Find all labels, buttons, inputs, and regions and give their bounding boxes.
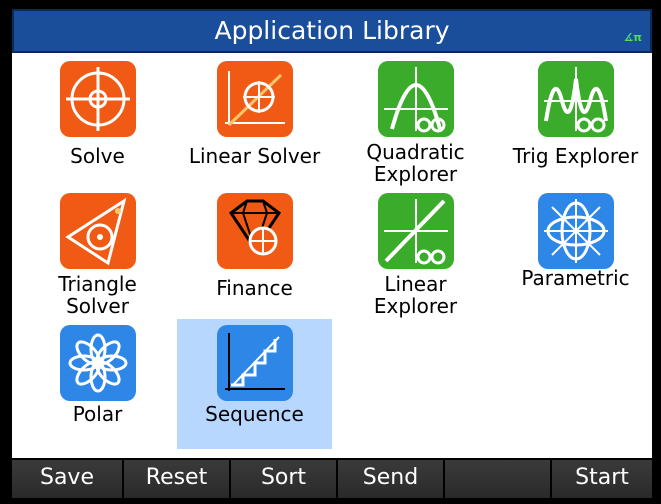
app-sequence[interactable]: Sequence <box>177 319 332 449</box>
parametric-icon <box>537 193 614 269</box>
app-polar[interactable]: Polar <box>20 319 175 449</box>
app-linear-explorer[interactable]: Linear Explorer <box>338 187 493 317</box>
app-label: Polar <box>72 402 123 426</box>
triangle-solver-icon <box>59 193 136 269</box>
app-linear-solver[interactable]: Linear Solver <box>177 55 332 185</box>
app-label: Trig Explorer <box>512 144 639 168</box>
trig-explorer-icon <box>537 61 614 137</box>
app-parametric[interactable]: Parametric <box>498 187 652 317</box>
polar-icon <box>59 325 136 401</box>
app-label: Triangle Solver <box>58 272 137 318</box>
app-grid: Solve Linear Solver Quadratic Explorer Tr… <box>12 53 652 458</box>
app-label: Linear Solver <box>188 144 321 168</box>
calculator-screen: Application Library ∡π Solve Linear Solv… <box>0 0 661 504</box>
softkey-bar: Save Reset Sort Send Start <box>12 458 652 498</box>
app-quadratic-explorer[interactable]: Quadratic Explorer <box>338 55 493 185</box>
title-bar: Application Library ∡π <box>12 9 652 53</box>
softkey-sort[interactable]: Sort <box>231 460 338 498</box>
softkey-send[interactable]: Send <box>338 460 445 498</box>
app-triangle-solver[interactable]: Triangle Solver <box>20 187 175 317</box>
app-label: Linear Explorer <box>373 272 458 318</box>
quadratic-explorer-icon <box>377 61 454 137</box>
app-finance[interactable]: Finance <box>177 187 332 317</box>
app-label: Quadratic Explorer <box>366 140 465 186</box>
app-label: Solve <box>70 144 125 168</box>
app-label: Sequence <box>205 402 304 426</box>
page-title: Application Library <box>214 16 450 45</box>
softkey-reset[interactable]: Reset <box>124 460 231 498</box>
sequence-icon <box>216 325 293 401</box>
app-trig-explorer[interactable]: Trig Explorer <box>498 55 652 185</box>
linear-solver-icon <box>216 61 293 137</box>
app-solve[interactable]: Solve <box>20 55 175 185</box>
softkey-save[interactable]: Save <box>12 460 124 498</box>
angle-mode-indicator: ∡π <box>623 31 642 44</box>
app-label: Parametric <box>521 266 630 290</box>
finance-icon <box>216 193 293 269</box>
softkey-empty[interactable] <box>445 460 552 498</box>
app-label: Finance <box>216 276 293 300</box>
solve-icon <box>59 61 136 137</box>
linear-explorer-icon <box>377 193 454 269</box>
softkey-start[interactable]: Start <box>552 460 652 498</box>
